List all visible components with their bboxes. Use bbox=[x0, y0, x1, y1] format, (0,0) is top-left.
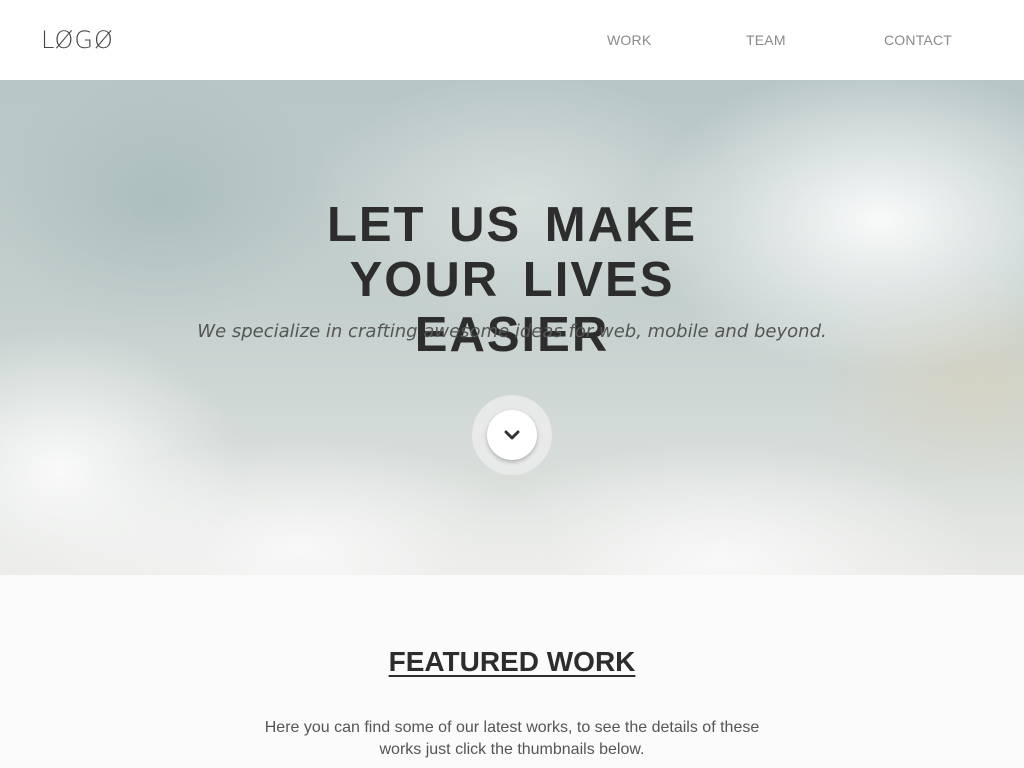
nav-link-work[interactable]: WORK bbox=[607, 32, 651, 48]
featured-work-description: Here you can find some of our latest wor… bbox=[264, 719, 760, 758]
site-header: LØGØ WORK TEAM CONTACT bbox=[0, 0, 1024, 80]
featured-work-title: FEATURED WORK bbox=[388, 646, 636, 677]
featured-work-section: FEATURED WORK Here you can find some of … bbox=[0, 575, 1024, 768]
nav-link-team[interactable]: TEAM bbox=[746, 32, 786, 48]
chevron-down-icon bbox=[504, 429, 520, 441]
hero-subtitle: We specialize in crafting awesome ideas … bbox=[197, 321, 827, 342]
scroll-down-button[interactable] bbox=[487, 410, 537, 460]
scroll-down-ring bbox=[472, 395, 552, 475]
hero-banner: LET US MAKE YOUR LIVES EASIER We special… bbox=[0, 80, 1024, 575]
logo[interactable]: LØGØ bbox=[41, 26, 114, 54]
nav-link-contact[interactable]: CONTACT bbox=[884, 32, 952, 48]
